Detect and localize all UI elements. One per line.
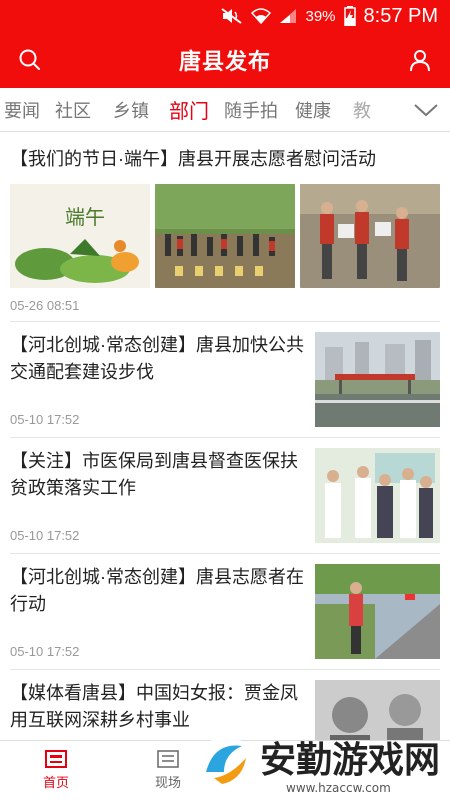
news-title: 【河北创城·常态创建】唐县加快公共交通配套建设步伐 <box>10 335 304 382</box>
news-time: 05-26 08:51 <box>10 298 80 313</box>
duanwu-text: 端午 <box>65 205 105 229</box>
tab-yaowen[interactable]: 要闻 <box>0 97 44 123</box>
search-icon <box>19 49 40 70</box>
news-text: 【关注】市医保局到唐县督查医保扶贫政策落实工作 05-10 17:52 <box>10 448 315 543</box>
app-root: 39% 8:57 PM 唐县发布 要闻 社区 乡镇 部门 随手拍 健康 教 【我… <box>0 0 450 800</box>
more-tabs-button[interactable] <box>402 88 450 131</box>
news-title: 【河北创城·常态创建】唐县志愿者在行动 <box>10 567 304 614</box>
status-time: 8:57 PM <box>363 4 438 27</box>
mute-icon <box>221 8 243 24</box>
news-time: 05-10 17:52 <box>10 644 80 659</box>
tab-shequ[interactable]: 社区 <box>44 97 102 123</box>
news-feed: 【我们的节日·端午】唐县开展志愿者慰问活动 端午 05-26 08:51 【河北… <box>0 132 450 786</box>
nav-live-label: 现场 <box>154 775 181 790</box>
news-image-row: 端午 <box>10 184 440 288</box>
news-image-duanwu: 端午 <box>10 184 150 288</box>
watermark-url: www.hzaccw.com <box>286 781 391 795</box>
status-bar: 39% 8:57 PM <box>0 0 450 32</box>
search-button[interactable] <box>14 44 46 76</box>
nav-home[interactable]: 首页 <box>0 741 112 800</box>
news-title: 【关注】市医保局到唐县督查医保扶贫政策落实工作 <box>10 451 298 498</box>
live-icon <box>157 750 179 768</box>
tab-suishoupai[interactable]: 随手拍 <box>218 97 284 123</box>
news-text: 【河北创城·常态创建】唐县加快公共交通配套建设步伐 05-10 17:52 <box>10 332 315 427</box>
news-item[interactable]: 【河北创城·常态创建】唐县志愿者在行动 05-10 17:52 <box>10 554 440 670</box>
signal-icon <box>279 8 297 24</box>
news-image-volunteer-street <box>315 564 440 659</box>
news-item[interactable]: 【关注】市医保局到唐县督查医保扶贫政策落实工作 05-10 17:52 <box>10 438 440 554</box>
news-title: 【媒体看唐县】中国妇女报：贾金凤用互联网深耕乡村事业 <box>10 683 298 730</box>
nav-home-label: 首页 <box>42 775 69 790</box>
battery-charging-icon <box>343 6 356 26</box>
news-image-bus-station <box>315 332 440 427</box>
news-title: 【我们的节日·端午】唐县开展志愿者慰问活动 <box>10 149 376 169</box>
wifi-icon <box>251 8 272 24</box>
news-image-medical-inspection <box>315 448 440 543</box>
profile-button[interactable] <box>404 44 436 76</box>
chevron-down-icon <box>414 104 438 117</box>
category-tabs: 要闻 社区 乡镇 部门 随手拍 健康 教 <box>0 88 450 132</box>
page-title: 唐县发布 <box>178 49 271 74</box>
news-image-volunteers-walking <box>300 184 440 288</box>
tab-bumen[interactable]: 部门 <box>160 95 218 124</box>
news-item[interactable]: 【河北创城·常态创建】唐县加快公共交通配套建设步伐 05-10 17:52 <box>10 322 440 438</box>
tab-jiankang[interactable]: 健康 <box>284 97 342 123</box>
tab-xiangzhen[interactable]: 乡镇 <box>102 97 160 123</box>
watermark-text: 安勤游戏网 <box>260 740 440 781</box>
news-time: 05-10 17:52 <box>10 412 80 427</box>
app-header: 唐县发布 <box>0 32 450 88</box>
battery-percent: 39% <box>305 7 336 25</box>
site-watermark: 安勤游戏网 www.hzaccw.com <box>194 728 444 798</box>
news-item[interactable]: 【我们的节日·端午】唐县开展志愿者慰问活动 端午 05-26 08:51 <box>10 132 440 322</box>
user-icon <box>409 50 430 72</box>
news-text: 【河北创城·常态创建】唐县志愿者在行动 05-10 17:52 <box>10 564 315 659</box>
news-image-volunteers-group <box>155 184 295 288</box>
home-news-icon <box>45 750 67 768</box>
tab-jiao[interactable]: 教 <box>342 97 382 123</box>
news-time: 05-10 17:52 <box>10 528 80 543</box>
